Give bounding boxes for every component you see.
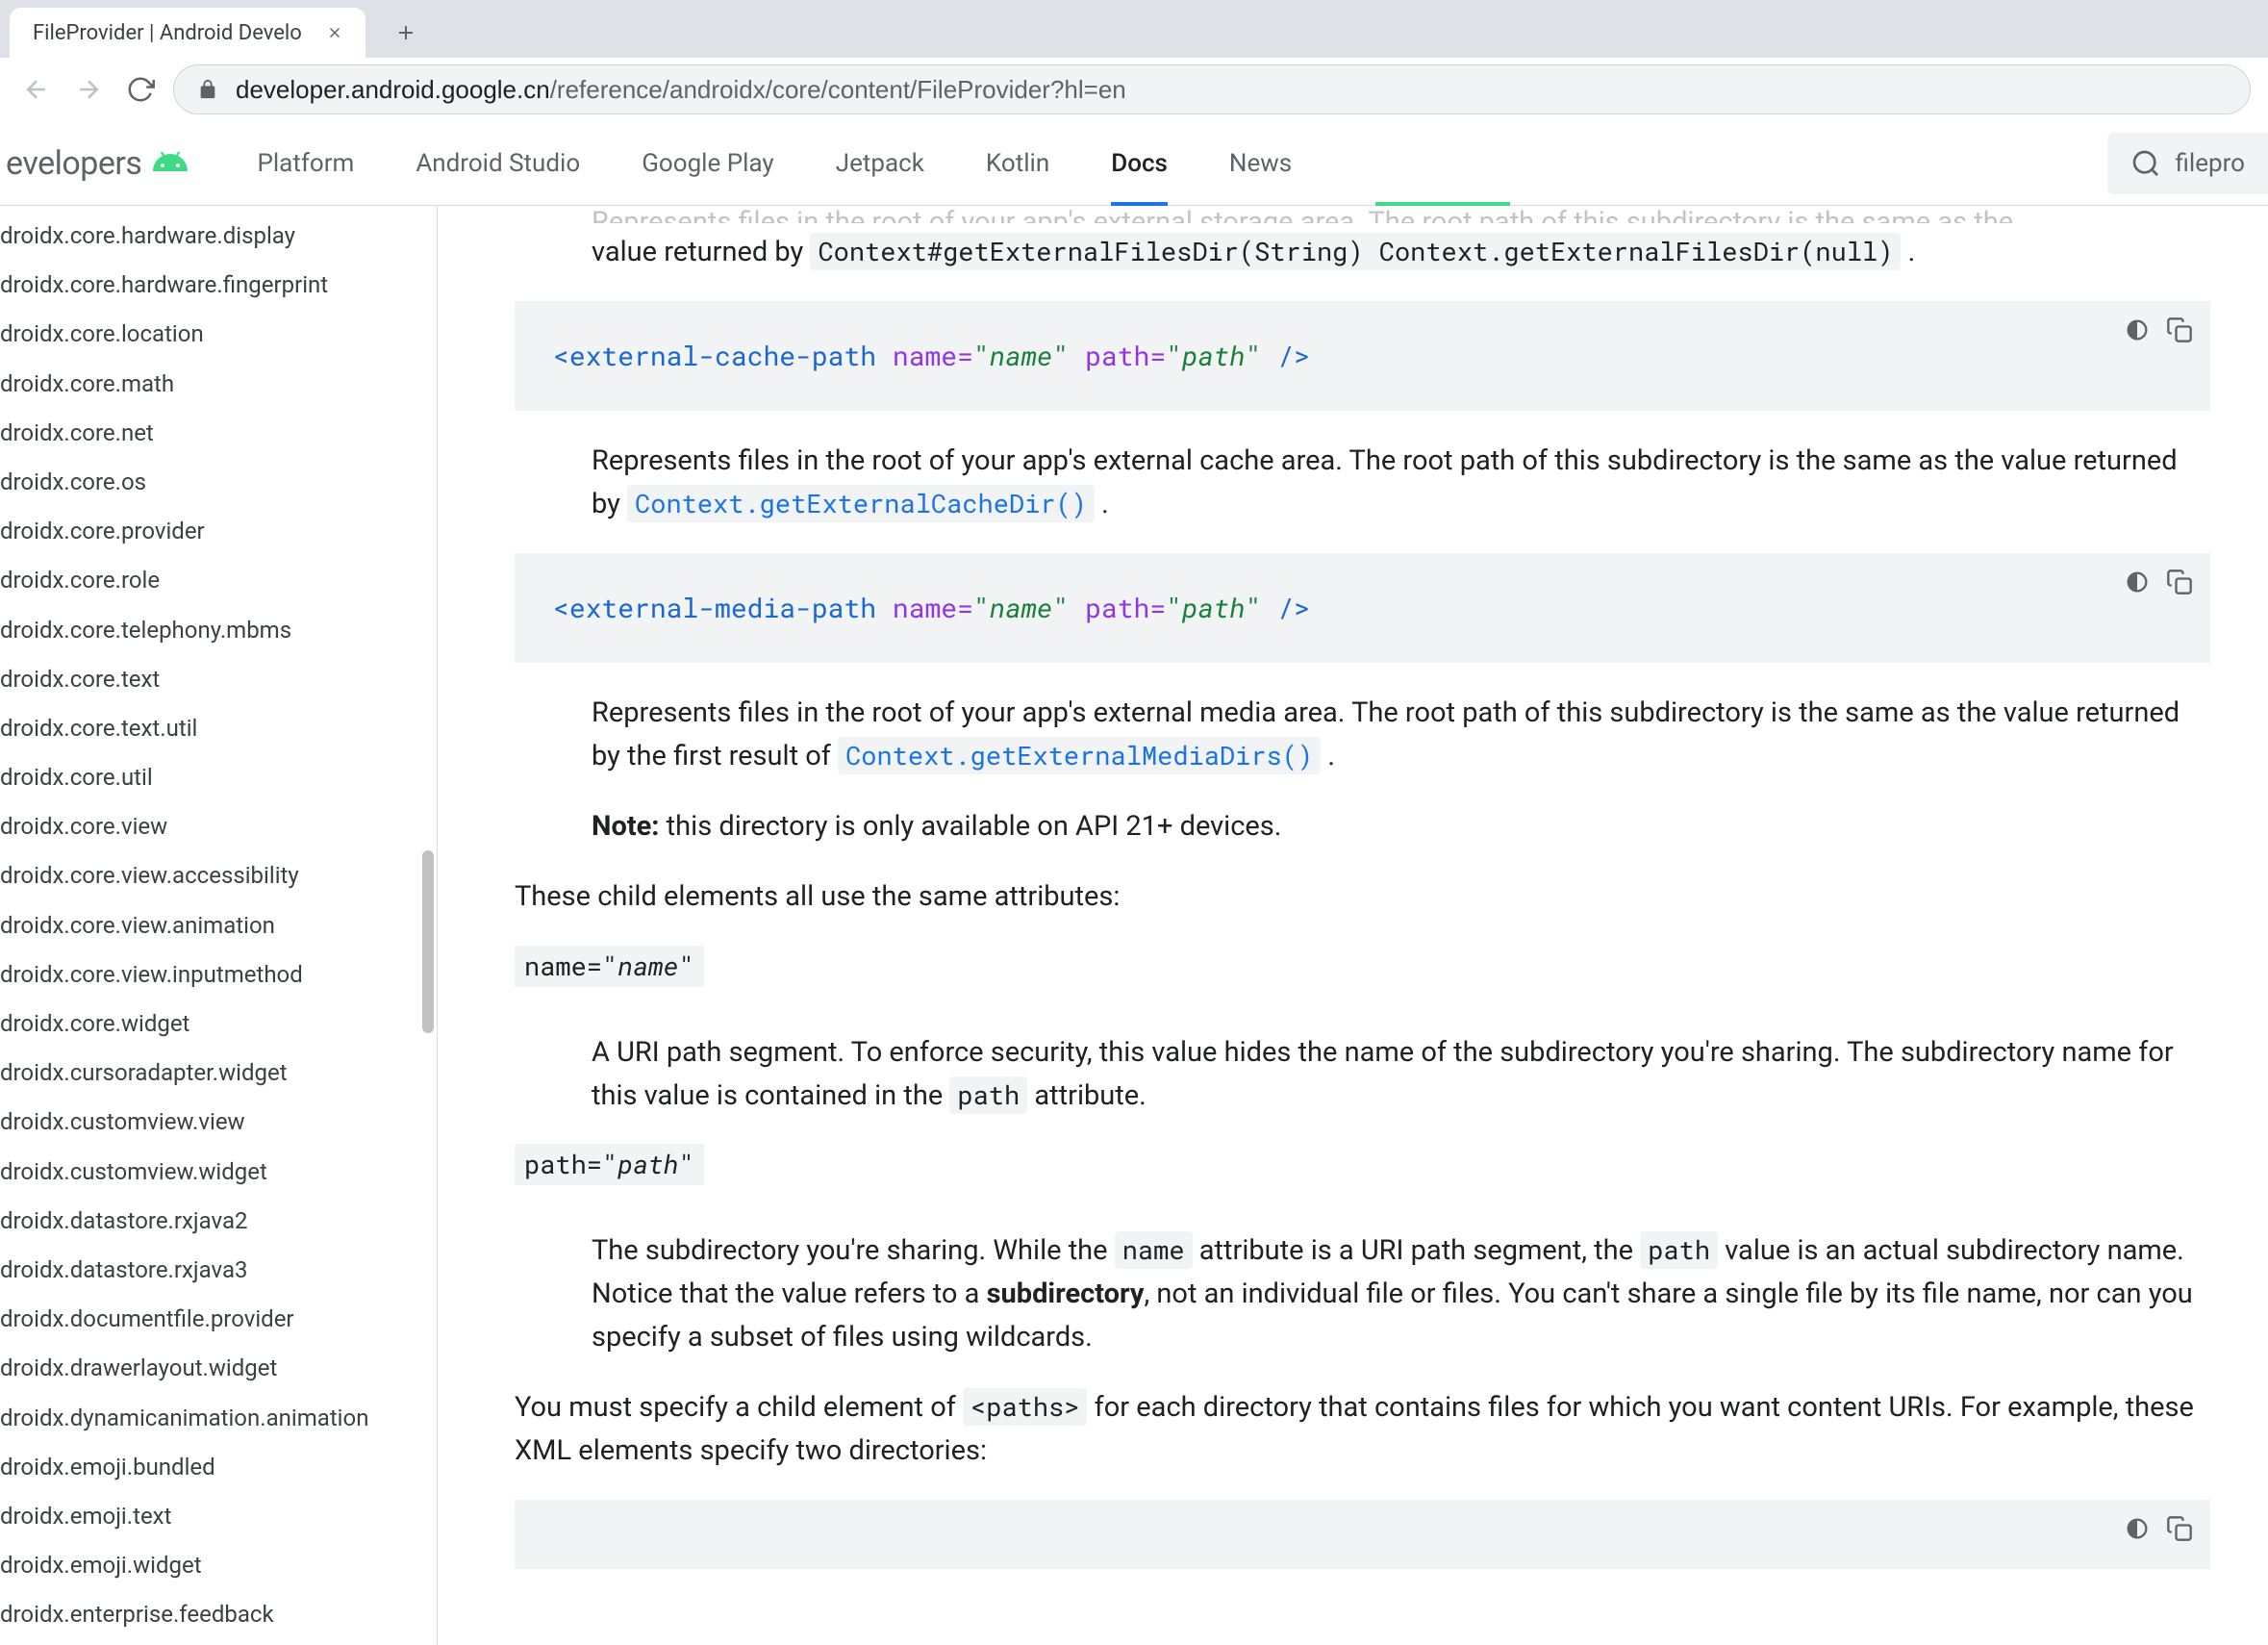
nav-item-docs[interactable]: Docs [1111, 121, 1168, 205]
reload-button[interactable] [121, 70, 160, 109]
paragraph: Represents files in the root of your app… [592, 440, 2210, 526]
scrollbar-thumb[interactable] [422, 850, 434, 1033]
address-bar[interactable]: developer.android.google.cn/reference/an… [173, 64, 2251, 114]
paragraph: You must specify a child element of <pat… [515, 1386, 2210, 1473]
sidebar-item[interactable]: droidx.datastore.rxjava2 [0, 1197, 437, 1246]
lock-icon [197, 79, 218, 100]
code-block-external-media-path: <external-media-path name="name" path="p… [515, 553, 2210, 663]
inline-code: Context#getExternalFilesDir(String) Cont… [810, 233, 1901, 270]
browser-tab[interactable]: FileProvider | Android Develo [10, 8, 365, 58]
sidebar-item[interactable]: droidx.core.text [0, 655, 437, 704]
inline-code: path [949, 1076, 1027, 1114]
paragraph: Represents files in the root of your app… [592, 692, 2210, 778]
sidebar-item[interactable]: droidx.core.math [0, 360, 437, 409]
nav-item-google-play[interactable]: Google Play [642, 121, 774, 205]
inline-code: name [1115, 1231, 1193, 1269]
sidebar[interactable]: droidx.core.hardware.displaydroidx.core.… [0, 206, 438, 1645]
sidebar-item[interactable]: droidx.drawerlayout.widget [0, 1344, 437, 1393]
nav-item-android-studio[interactable]: Android Studio [416, 121, 580, 205]
search-icon [2130, 148, 2161, 179]
logo[interactable]: evelopers [6, 144, 189, 183]
inline-code: path [1640, 1231, 1718, 1269]
android-icon [151, 152, 189, 175]
code-block-external-cache-path: <external-cache-path name="name" path="p… [515, 301, 2210, 411]
paragraph: The subdirectory you're sharing. While t… [592, 1229, 2210, 1359]
sidebar-item[interactable]: droidx.dynamicanimation.animation [0, 1394, 437, 1443]
sidebar-item[interactable]: droidx.core.telephony.mbms [0, 606, 437, 655]
sidebar-item[interactable]: droidx.core.view [0, 802, 437, 851]
sidebar-item[interactable]: droidx.core.provider [0, 507, 437, 556]
note-paragraph: Note: this directory is only available o… [592, 805, 2210, 848]
browser-toolbar: developer.android.google.cn/reference/an… [0, 58, 2268, 121]
theme-toggle-icon[interactable] [2120, 313, 2155, 347]
inline-code-link[interactable]: Context.getExternalMediaDirs() [838, 737, 1321, 774]
paragraph: These child elements all use the same at… [515, 875, 2210, 919]
new-tab-button[interactable] [385, 12, 427, 54]
nav-item-jetpack[interactable]: Jetpack [836, 121, 924, 205]
code-block-partial [515, 1500, 2210, 1569]
clipped-text: Represents files in the root of your app… [592, 206, 2210, 223]
inline-code-link[interactable]: Context.getExternalCacheDir() [627, 485, 1095, 522]
main-content[interactable]: Represents files in the root of your app… [438, 206, 2268, 1645]
sidebar-item[interactable]: droidx.customview.view [0, 1098, 437, 1147]
nav-item-kotlin[interactable]: Kotlin [986, 121, 1049, 205]
sidebar-item[interactable]: droidx.exifinterface.media [0, 1639, 437, 1645]
theme-toggle-icon[interactable] [2120, 565, 2155, 599]
tab-title: FileProvider | Android Develo [33, 21, 310, 45]
sidebar-item[interactable]: droidx.core.hardware.fingerprint [0, 261, 437, 310]
sidebar-item[interactable]: droidx.core.location [0, 310, 437, 359]
copy-icon[interactable] [2162, 1511, 2197, 1546]
browser-chrome: FileProvider | Android Develo developer.… [0, 0, 2268, 121]
site-header: evelopers Platform Android Studio Google P… [0, 121, 2268, 206]
sidebar-item[interactable]: droidx.core.view.animation [0, 901, 437, 950]
theme-toggle-icon[interactable] [2120, 1511, 2155, 1546]
sidebar-item[interactable]: droidx.core.view.accessibility [0, 851, 437, 900]
sidebar-item[interactable]: droidx.emoji.text [0, 1492, 437, 1541]
paragraph: A URI path segment. To enforce security,… [592, 1031, 2210, 1118]
sidebar-item[interactable]: droidx.documentfile.provider [0, 1295, 437, 1344]
search-box[interactable]: filepro [2107, 133, 2268, 194]
sidebar-item[interactable]: droidx.core.view.inputmethod [0, 950, 437, 1000]
url-text: developer.android.google.cn/reference/an… [236, 75, 1126, 105]
sidebar-item[interactable]: droidx.enterprise.feedback [0, 1590, 437, 1639]
sidebar-item[interactable]: droidx.core.util [0, 753, 437, 802]
sidebar-item[interactable]: droidx.core.text.util [0, 704, 437, 753]
copy-icon[interactable] [2162, 565, 2197, 599]
sidebar-item[interactable]: droidx.core.os [0, 458, 437, 507]
sidebar-item[interactable]: droidx.datastore.rxjava3 [0, 1246, 437, 1295]
sidebar-item[interactable]: droidx.core.net [0, 409, 437, 458]
close-icon[interactable] [323, 21, 346, 44]
sidebar-item[interactable]: droidx.cursoradapter.widget [0, 1049, 437, 1098]
sidebar-item[interactable]: droidx.emoji.bundled [0, 1443, 437, 1492]
sidebar-item[interactable]: droidx.core.hardware.display [0, 212, 437, 261]
sidebar-item[interactable]: droidx.core.role [0, 556, 437, 605]
search-text: filepro [2175, 149, 2245, 178]
sidebar-item[interactable]: droidx.emoji.widget [0, 1541, 437, 1590]
attr-label-path: path="path" [515, 1144, 704, 1185]
attr-label-name: name="name" [515, 946, 704, 987]
forward-button[interactable] [69, 70, 108, 109]
tab-strip: FileProvider | Android Develo [0, 0, 2268, 58]
sidebar-item[interactable]: droidx.customview.widget [0, 1148, 437, 1197]
main-nav: Platform Android Studio Google Play Jetpack… [257, 121, 1292, 205]
nav-item-platform[interactable]: Platform [257, 121, 354, 205]
back-button[interactable] [17, 70, 56, 109]
paragraph: value returned by Context#getExternalFil… [592, 231, 2210, 274]
copy-icon[interactable] [2162, 313, 2197, 347]
content-area: droidx.core.hardware.displaydroidx.core.… [0, 206, 2268, 1645]
sidebar-item[interactable]: droidx.core.widget [0, 1000, 437, 1049]
nav-item-news[interactable]: News [1229, 121, 1292, 205]
inline-code: <paths> [963, 1388, 1087, 1426]
